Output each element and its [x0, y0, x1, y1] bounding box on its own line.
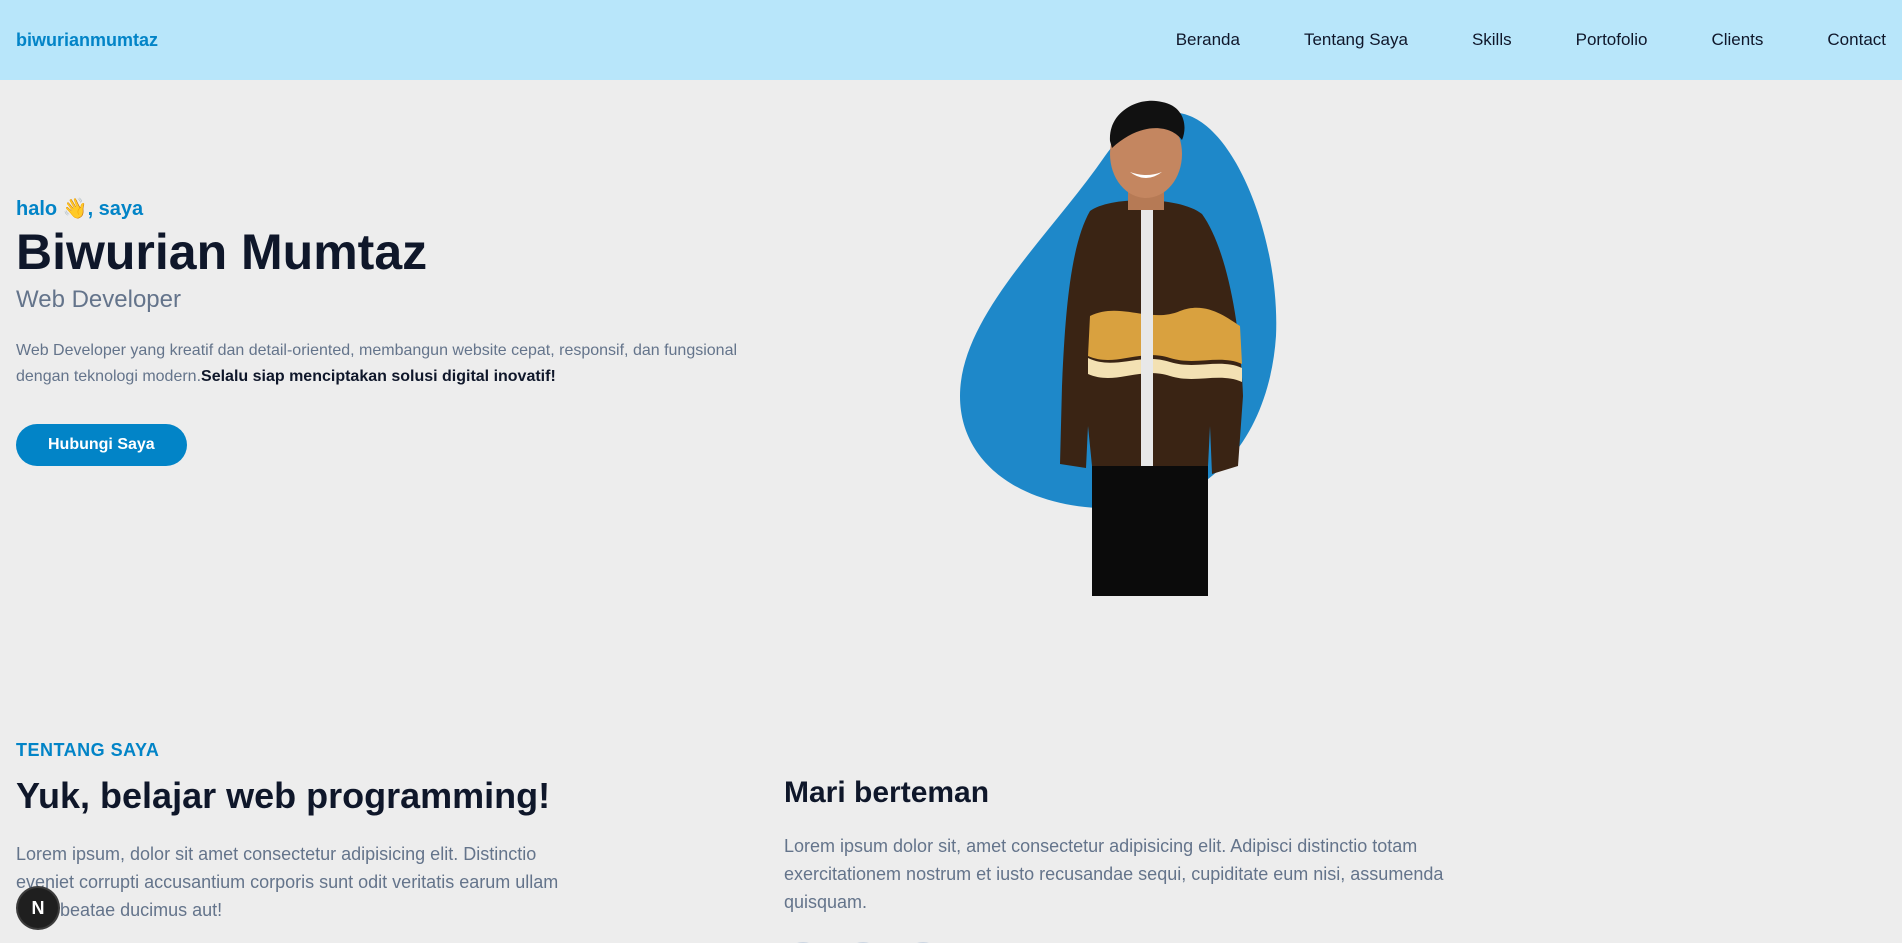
hero-section: halo 👋, saya Biwurian Mumtaz Web Develop…: [16, 196, 756, 466]
about-text: Lorem ipsum, dolor sit amet consectetur …: [16, 844, 559, 920]
person-legs: [1092, 446, 1208, 596]
hero-description-bold: Selalu siap menciptakan solusi digital i…: [201, 368, 556, 385]
contact-me-button[interactable]: Hubungi Saya: [16, 424, 187, 466]
about-section-label: TENTANG SAYA: [16, 740, 160, 760]
navbar: biwurianmumtaz Beranda Tentang Saya Skil…: [0, 0, 1902, 80]
nav-menu: Beranda Tentang Saya Skills Portofolio C…: [1144, 30, 1886, 50]
hero-greeting: halo 👋, saya: [16, 198, 144, 220]
person-shirt-pattern: [1088, 307, 1242, 364]
friends-section: Mari berteman Lorem ipsum dolor sit, ame…: [784, 776, 1484, 943]
nav-link-beranda[interactable]: Beranda: [1144, 30, 1272, 50]
friends-title: Mari berteman: [784, 776, 990, 809]
nav-link-clients[interactable]: Clients: [1679, 30, 1795, 50]
hero-name: Biwurian Mumtaz: [16, 224, 428, 280]
person-shirt-placket: [1141, 206, 1153, 466]
hero-role: Web Developer: [16, 286, 181, 313]
nav-link-portofolio[interactable]: Portofolio: [1544, 30, 1680, 50]
nextjs-dev-badge-icon[interactable]: N: [18, 888, 58, 928]
brand-logo[interactable]: biwurianmumtaz: [16, 30, 158, 51]
hero-portrait: [960, 100, 1277, 596]
nav-link-contact[interactable]: Contact: [1795, 30, 1886, 50]
hero-description: Web Developer yang kreatif dan detail-or…: [16, 338, 756, 390]
about-title: Yuk, belajar web programming!: [16, 775, 551, 816]
nav-link-tentang-saya[interactable]: Tentang Saya: [1272, 30, 1440, 50]
about-section: TENTANG SAYA Yuk, belajar web programmin…: [16, 740, 576, 924]
friends-text: Lorem ipsum dolor sit, amet consectetur …: [784, 836, 1444, 912]
nav-link-skills[interactable]: Skills: [1440, 30, 1544, 50]
